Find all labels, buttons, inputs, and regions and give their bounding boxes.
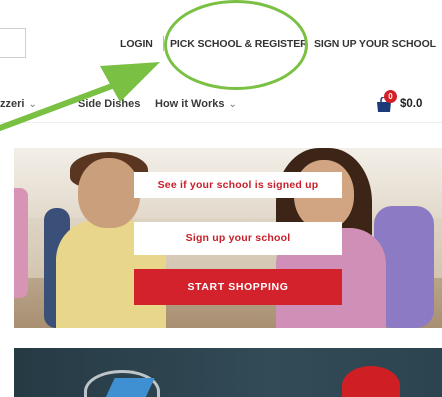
cart-total[interactable]: $0.0 (400, 98, 422, 110)
cart-count-badge: 0 (384, 90, 397, 103)
nav-item-label: How it Works (155, 98, 225, 110)
start-shopping-button[interactable]: START SHOPPING (134, 269, 342, 305)
nav-item-label: zzeri (0, 98, 25, 110)
apple-icon (342, 366, 400, 397)
nav-item-how-it-works[interactable]: How it Works ⌄ (155, 98, 237, 110)
check-school-button[interactable]: See if your school is signed up (134, 172, 342, 198)
sign-up-school-button[interactable]: Sign up your school (134, 222, 342, 255)
sign-up-school-link[interactable]: SIGN UP YOUR SCHOOL (314, 38, 436, 50)
login-link[interactable]: LOGIN (120, 38, 153, 50)
search-input[interactable] (0, 28, 26, 58)
nav-item-side-dishes[interactable]: Side Dishes (78, 98, 140, 110)
nav-item-label: Side Dishes (78, 98, 141, 110)
nav-item-pizzeria[interactable]: zzeri ⌄ (0, 98, 37, 110)
highlight-circle (164, 0, 308, 90)
chevron-down-icon: ⌄ (228, 99, 237, 110)
promo-banner (14, 348, 442, 397)
child-face (78, 158, 140, 228)
chevron-down-icon: ⌄ (28, 99, 37, 110)
child-photo-edge (14, 188, 28, 298)
